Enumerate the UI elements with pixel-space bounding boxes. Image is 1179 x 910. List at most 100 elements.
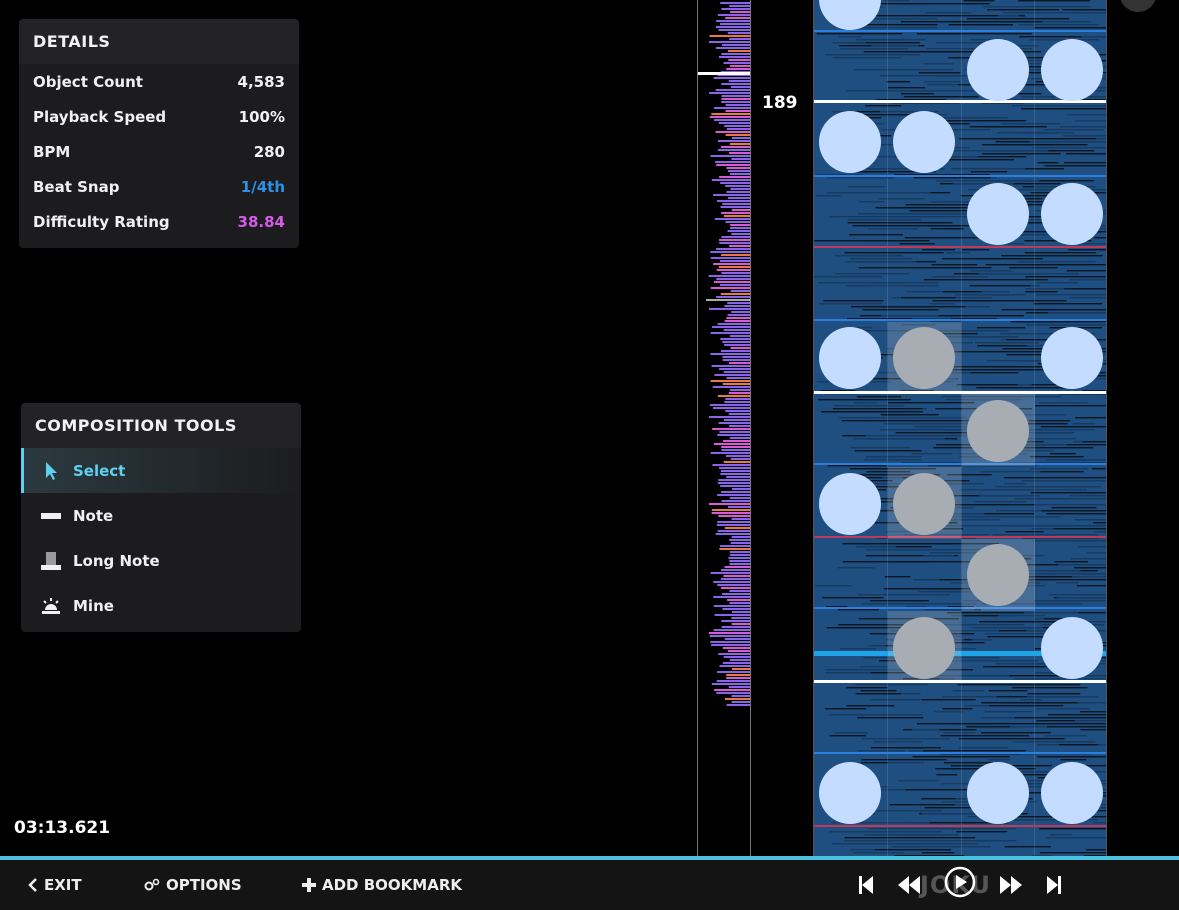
density-bar [717, 200, 750, 202]
density-bar [724, 401, 750, 403]
waveform-stroke [878, 198, 925, 200]
waveform-stroke [861, 762, 888, 764]
density-bar [709, 35, 750, 37]
skip-to-end-button[interactable] [1046, 872, 1062, 898]
waveform-stroke [976, 387, 1000, 389]
note[interactable] [819, 762, 881, 824]
waveform-stroke [1002, 12, 1106, 14]
waveform-stroke [1000, 123, 1060, 125]
density-bar [720, 182, 750, 184]
waveform-stroke [983, 666, 1046, 668]
note-selected[interactable] [967, 400, 1029, 462]
density-bar [710, 287, 750, 289]
waveform-stroke [841, 420, 920, 422]
density-bar [719, 242, 750, 244]
tool-long-note[interactable]: Long Note [21, 538, 301, 583]
skip-to-start-button[interactable] [858, 872, 874, 898]
tool-mine[interactable]: Mine [21, 583, 301, 628]
note[interactable] [893, 111, 955, 173]
waveform-stroke [984, 633, 1052, 635]
waveform-stroke [828, 831, 896, 833]
waveform-stroke [996, 387, 1023, 389]
play-button[interactable] [944, 866, 976, 898]
waveform-stroke [1059, 744, 1099, 746]
add-bookmark-button[interactable]: ADD BOOKMARK [302, 860, 462, 910]
cursor-icon [41, 461, 61, 481]
tool-note[interactable]: Note [21, 493, 301, 538]
waveform-stroke [868, 228, 918, 230]
note[interactable] [1041, 183, 1103, 245]
note-selected[interactable] [893, 617, 955, 679]
note[interactable] [1041, 327, 1103, 389]
waveform-stroke [1027, 108, 1106, 110]
waveform-stroke [844, 837, 889, 839]
density-bar [730, 290, 750, 292]
density-bar [714, 689, 750, 691]
density-bar [711, 113, 750, 115]
waveform-stroke [997, 15, 1019, 17]
waveform-stroke [1086, 552, 1106, 554]
note[interactable] [819, 111, 881, 173]
note[interactable] [967, 183, 1029, 245]
waveform-stroke [863, 51, 971, 53]
waveform-stroke [846, 687, 888, 689]
density-bar [711, 179, 750, 181]
waveform-stroke [991, 501, 1027, 503]
note-selected[interactable] [893, 473, 955, 535]
density-bar [708, 416, 750, 418]
density-bar [729, 497, 750, 499]
density-bar [717, 14, 750, 16]
rewind-button[interactable] [897, 872, 921, 898]
waveform-stroke [1049, 834, 1072, 836]
beat-line [814, 607, 1106, 609]
options-button[interactable]: OPTIONS [144, 860, 242, 910]
density-bar [712, 386, 750, 388]
skip-start-icon [859, 876, 873, 894]
note-selected[interactable] [967, 544, 1029, 606]
note[interactable] [1041, 617, 1103, 679]
density-bar [726, 377, 750, 379]
note[interactable] [819, 327, 881, 389]
beat-line [814, 752, 1106, 754]
density-timeline[interactable] [697, 0, 752, 857]
waveform-stroke [884, 588, 963, 590]
note[interactable] [819, 473, 881, 535]
waveform-stroke [958, 738, 1065, 740]
density-bar [730, 86, 750, 88]
waveform-stroke [901, 297, 956, 299]
density-bar [725, 104, 750, 106]
fast-forward-button[interactable] [999, 872, 1023, 898]
waveform-stroke [1063, 135, 1106, 137]
density-bar [721, 8, 750, 10]
density-bar [727, 650, 750, 652]
density-bar [723, 575, 750, 577]
waveform-stroke [1070, 558, 1106, 560]
density-bar [726, 167, 750, 169]
waveform-stroke [852, 225, 957, 227]
note[interactable] [1041, 762, 1103, 824]
note[interactable] [967, 39, 1029, 101]
waveform-stroke [1069, 495, 1106, 497]
waveform-stroke [824, 54, 920, 56]
tool-select[interactable]: Select [21, 448, 301, 493]
playfield[interactable] [813, 0, 1107, 857]
waveform-stroke [875, 90, 974, 92]
density-bar [726, 704, 750, 706]
waveform-stroke [931, 264, 978, 266]
density-bar [717, 482, 750, 484]
note[interactable] [1041, 39, 1103, 101]
waveform-stroke [970, 270, 1008, 272]
density-bar [709, 635, 750, 637]
waveform-stroke [1084, 153, 1106, 155]
density-bar [727, 230, 750, 232]
exit-button[interactable]: EXIT [28, 860, 82, 910]
density-bar [731, 695, 750, 697]
note-selected[interactable] [893, 327, 955, 389]
density-bar [721, 212, 750, 214]
corner-button[interactable] [1120, 0, 1156, 12]
note[interactable] [967, 762, 1029, 824]
waveform-stroke [1074, 594, 1106, 596]
waveform-stroke [847, 186, 885, 188]
waveform-stroke [983, 6, 1092, 8]
density-bar [721, 350, 750, 352]
